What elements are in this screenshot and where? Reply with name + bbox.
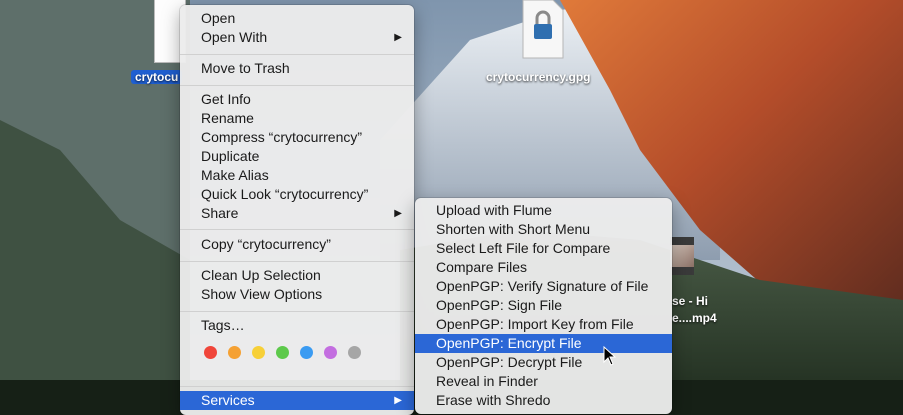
tag-color-purple[interactable] (324, 346, 337, 359)
services-item-erase-shredo[interactable]: Erase with Shredo (415, 391, 672, 410)
menu-item-share[interactable]: Share ▶ (180, 204, 414, 223)
menu-item-quick-look[interactable]: Quick Look “crytocurrency” (180, 185, 414, 204)
services-item-compare-files[interactable]: Compare Files (415, 258, 672, 277)
tag-color-red[interactable] (204, 346, 217, 359)
menu-item-open-with[interactable]: Open With ▶ (180, 28, 414, 47)
menu-separator (180, 85, 414, 86)
services-item-openpgp-import-key[interactable]: OpenPGP: Import Key from File (415, 315, 672, 334)
chevron-right-icon: ▶ (394, 395, 402, 406)
tag-color-green[interactable] (276, 346, 289, 359)
services-item-upload-flume[interactable]: Upload with Flume (415, 201, 672, 220)
menu-item-open-with-label: Open With (201, 29, 268, 45)
tag-color-row (204, 346, 374, 360)
tag-color-yellow[interactable] (252, 346, 265, 359)
services-item-openpgp-sign[interactable]: OpenPGP: Sign File (415, 296, 672, 315)
services-item-openpgp-decrypt[interactable]: OpenPGP: Decrypt File (415, 353, 672, 372)
file-label-gpg[interactable]: crytocurrency.gpg (486, 70, 590, 84)
menu-item-duplicate[interactable]: Duplicate (180, 147, 414, 166)
menu-item-services-label: Services (201, 392, 255, 408)
video-label-line2[interactable]: e....mp4 (672, 311, 717, 325)
menu-item-services[interactable]: Services ▶ (180, 391, 414, 410)
menu-item-open[interactable]: Open (180, 9, 414, 28)
video-thumbnail[interactable] (670, 237, 694, 275)
chevron-right-icon: ▶ (394, 32, 402, 43)
video-label-line1[interactable]: se - Hi (672, 294, 708, 308)
menu-item-share-label: Share (201, 205, 239, 221)
menu-separator (180, 311, 414, 312)
menu-item-show-view-options[interactable]: Show View Options (180, 285, 414, 304)
menu-item-make-alias[interactable]: Make Alias (180, 166, 414, 185)
menu-item-rename[interactable]: Rename (180, 109, 414, 128)
services-item-shorten-short-menu[interactable]: Shorten with Short Menu (415, 220, 672, 239)
mouse-pointer-icon (603, 345, 617, 369)
services-item-select-left-compare[interactable]: Select Left File for Compare (415, 239, 672, 258)
menu-separator (180, 386, 414, 387)
menu-separator (180, 54, 414, 55)
chevron-right-icon: ▶ (394, 208, 402, 219)
services-item-openpgp-verify[interactable]: OpenPGP: Verify Signature of File (415, 277, 672, 296)
gpg-file-icon[interactable] (521, 0, 565, 60)
video-frame-image (670, 245, 694, 267)
menu-item-get-info[interactable]: Get Info (180, 90, 414, 109)
menu-item-move-to-trash[interactable]: Move to Trash (180, 59, 414, 78)
context-menu: Open Open With ▶ Move to Trash Get Info … (180, 5, 414, 415)
tag-color-blue[interactable] (300, 346, 313, 359)
menu-item-compress[interactable]: Compress “crytocurrency” (180, 128, 414, 147)
tag-color-gray[interactable] (348, 346, 361, 359)
menu-separator (180, 261, 414, 262)
menu-item-copy[interactable]: Copy “crytocurrency” (180, 235, 414, 254)
menu-item-tags[interactable]: Tags… (180, 316, 414, 335)
services-item-openpgp-encrypt[interactable]: OpenPGP: Encrypt File (415, 334, 672, 353)
services-submenu: Upload with Flume Shorten with Short Men… (415, 198, 672, 414)
menu-item-clean-up-selection[interactable]: Clean Up Selection (180, 266, 414, 285)
file-label-crytocurrency[interactable]: crytocu (131, 70, 183, 84)
services-item-reveal-finder[interactable]: Reveal in Finder (415, 372, 672, 391)
menu-separator (180, 229, 414, 230)
tag-color-orange[interactable] (228, 346, 241, 359)
